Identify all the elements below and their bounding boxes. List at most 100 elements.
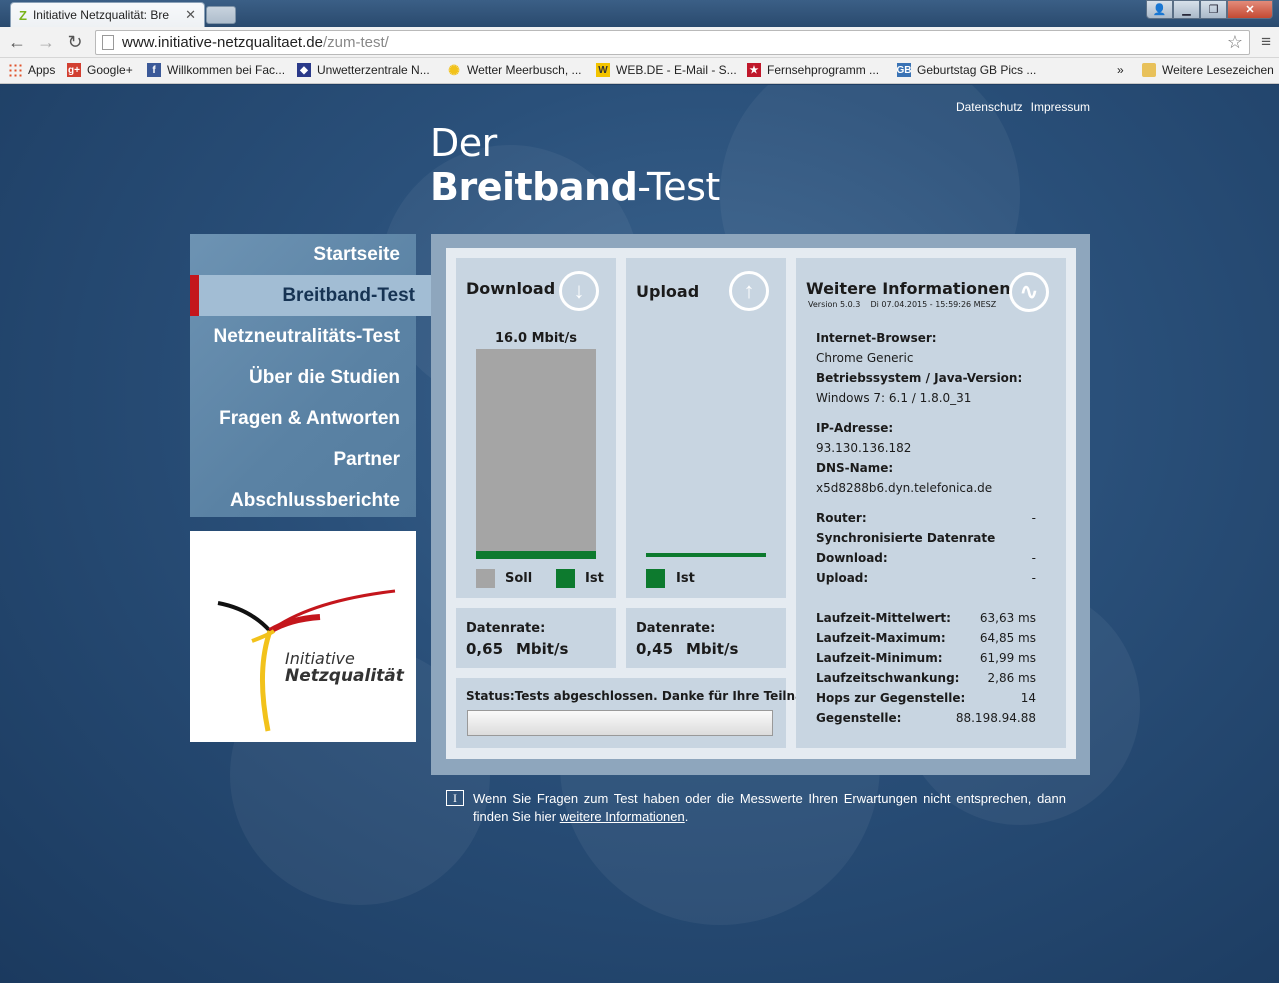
- stat-label: Laufzeitschwankung:: [816, 671, 960, 685]
- back-arrow-icon[interactable]: ←: [6, 31, 28, 53]
- pulse-activity-icon: ∿: [1009, 272, 1049, 312]
- download-rate-unit: Mbit/s: [516, 640, 569, 658]
- logo-swoosh-graphic: [217, 589, 396, 732]
- tv-star-icon: ★: [747, 63, 761, 77]
- nav-item-partner[interactable]: Partner: [190, 439, 416, 480]
- stat-value: 88.198.94.88: [955, 711, 1036, 725]
- download-box: Download ↓ 16.0 Mbit/s Soll Ist: [456, 258, 616, 598]
- status-text: Status:Tests abgeschlossen. Danke für Ih…: [466, 689, 838, 703]
- nav-item-startseite[interactable]: Startseite: [190, 234, 416, 275]
- stat-value: 64,85 ms: [979, 631, 1036, 645]
- reload-icon[interactable]: ↻: [64, 31, 86, 53]
- legend-ist-swatch: [556, 569, 575, 588]
- stat-value: 2,86 ms: [987, 671, 1036, 685]
- bookmark-unwetterzentrale[interactable]: ◆ Unwetterzentrale N...: [297, 63, 430, 77]
- maximize-button[interactable]: ❐: [1200, 0, 1227, 19]
- ip-label: IP-Adresse:: [816, 421, 894, 435]
- url-domain: www.initiative-netzqualitaet.de: [122, 34, 323, 51]
- minimize-button[interactable]: ▁: [1173, 0, 1200, 19]
- bookmark-label: Apps: [28, 63, 56, 77]
- title-bold: Breitband: [430, 165, 638, 209]
- title-line-2: Breitband-Test: [430, 165, 720, 209]
- user-profile-icon[interactable]: 👤: [1146, 0, 1173, 19]
- status-label: Status:: [466, 689, 515, 703]
- bookmark-fernsehprogramm[interactable]: ★ Fernsehprogramm ...: [747, 63, 879, 77]
- impressum-link[interactable]: Impressum: [1031, 100, 1090, 114]
- dns-label: DNS-Name:: [816, 461, 894, 475]
- facebook-icon: f: [147, 63, 161, 77]
- nav-item-breitband-test[interactable]: Breitband-Test: [190, 275, 431, 316]
- nav-item-netzneutralitaets-test[interactable]: Netzneutralitäts-Test: [190, 316, 416, 357]
- tab-close-icon[interactable]: ✕: [185, 7, 196, 23]
- bookmark-label: Fernsehprogramm ...: [767, 63, 880, 77]
- browser-toolbar: ← → ↻ www.initiative-netzqualitaet.de/zu…: [0, 27, 1279, 58]
- os-label: Betriebssystem / Java-Version:: [816, 371, 1023, 385]
- title-line-1: Der: [430, 121, 497, 165]
- stat-label: Hops zur Gegenstelle:: [816, 691, 966, 705]
- upload-ist-bar: [646, 553, 766, 557]
- apps-grid-icon: [8, 63, 22, 77]
- download-rate-value: 0,65: [466, 640, 504, 658]
- other-bookmarks[interactable]: Weitere Lesezeichen: [1142, 63, 1274, 77]
- dns-value: x5d8288b6.dyn.telefonica.de: [816, 481, 993, 495]
- bookmark-webde[interactable]: W WEB.DE - E-Mail - S...: [596, 63, 737, 77]
- initiative-logo: Initiative Netzqualität: [190, 531, 416, 742]
- bookmark-star-icon[interactable]: ☆: [1227, 32, 1243, 53]
- window-titlebar: Z Initiative Netzqualität: Bre ✕ 👤 ▁ ❐ ✕: [0, 0, 1279, 27]
- footnote: I Wenn Sie Fragen zum Test haben oder di…: [446, 790, 1066, 826]
- address-bar[interactable]: www.initiative-netzqualitaet.de/zum-test…: [95, 30, 1250, 55]
- footnote-text-after: .: [684, 809, 689, 824]
- stat-value: 61,99 ms: [979, 651, 1036, 665]
- upload-rate-box: Datenrate: 0,45 Mbit/s: [626, 608, 786, 668]
- title-rest: -Test: [637, 165, 720, 209]
- bookmark-google-plus[interactable]: g+ Google+: [67, 63, 133, 77]
- footnote-text: Wenn Sie Fragen zum Test haben oder die …: [473, 790, 1066, 826]
- legend-soll-label: Soll: [505, 571, 533, 586]
- os-value: Windows 7: 6.1 / 1.8.0_31: [816, 391, 972, 405]
- status-message: Tests abgeschlossen. Danke für Ihre Teil…: [514, 689, 838, 703]
- bookmark-facebook[interactable]: f Willkommen bei Fac...: [147, 63, 285, 77]
- sync-upload-value: -: [1031, 571, 1036, 585]
- upload-rate-value: 0,45: [636, 640, 674, 658]
- google-plus-icon: g+: [67, 63, 81, 77]
- info-title: Weitere Informationen: [806, 279, 1011, 298]
- chrome-menu-icon[interactable]: ≡: [1261, 32, 1271, 52]
- legend-soll-swatch: [476, 569, 495, 588]
- bookmark-wetter[interactable]: ✺ Wetter Meerbusch, ...: [447, 61, 581, 78]
- version-text: Version 5.0.3: [808, 300, 861, 309]
- bookmarks-bar: Apps g+ Google+ f Willkommen bei Fac... …: [0, 58, 1279, 84]
- weitere-informationen-link[interactable]: weitere Informationen: [560, 809, 685, 824]
- bookmark-label: Google+: [87, 63, 133, 77]
- download-title: Download: [466, 279, 556, 298]
- version-line: Version 5.0.3 Di 07.04.2015 - 15:59:26 M…: [808, 300, 996, 309]
- browser-tab[interactable]: Z Initiative Netzqualität: Bre ✕: [10, 2, 205, 27]
- forward-arrow-icon[interactable]: →: [35, 31, 57, 53]
- router-value: -: [1031, 511, 1036, 525]
- webde-icon: W: [596, 63, 610, 77]
- gb-icon: GB: [896, 63, 912, 77]
- bookmark-label: WEB.DE - E-Mail - S...: [616, 63, 737, 77]
- legend-ist-swatch: [646, 569, 665, 588]
- bookmark-apps[interactable]: Apps: [8, 63, 55, 77]
- page-title: Der Breitband-Test: [430, 121, 720, 209]
- nav-item-fragen-antworten[interactable]: Fragen & Antworten: [190, 398, 416, 439]
- sun-icon: ✺: [448, 61, 460, 78]
- datenschutz-link[interactable]: Datenschutz: [956, 100, 1023, 114]
- new-tab-button[interactable]: [206, 6, 236, 24]
- nav-item-label: Breitband-Test: [282, 285, 415, 306]
- bookmarks-overflow-chevron[interactable]: »: [1117, 63, 1124, 77]
- folder-icon: [1142, 63, 1156, 77]
- nav-item-ueber-die-studien[interactable]: Über die Studien: [190, 357, 416, 398]
- logo-text-line2: Netzqualität: [285, 666, 404, 686]
- browser-label: Internet-Browser:: [816, 331, 937, 345]
- sync-download-value: -: [1031, 551, 1036, 565]
- browser-value: Chrome Generic: [816, 351, 914, 365]
- close-window-button[interactable]: ✕: [1227, 0, 1273, 19]
- bookmark-geburtstag[interactable]: GB Geburtstag GB Pics ...: [897, 63, 1036, 77]
- legend-ist-label: Ist: [585, 571, 604, 586]
- nav-item-abschlussberichte[interactable]: Abschlussberichte: [190, 480, 416, 521]
- progress-bar: [467, 710, 773, 736]
- bookmark-label: Willkommen bei Fac...: [167, 63, 286, 77]
- upload-title: Upload: [636, 282, 700, 301]
- top-links: Datenschutz Impressum: [956, 100, 1090, 114]
